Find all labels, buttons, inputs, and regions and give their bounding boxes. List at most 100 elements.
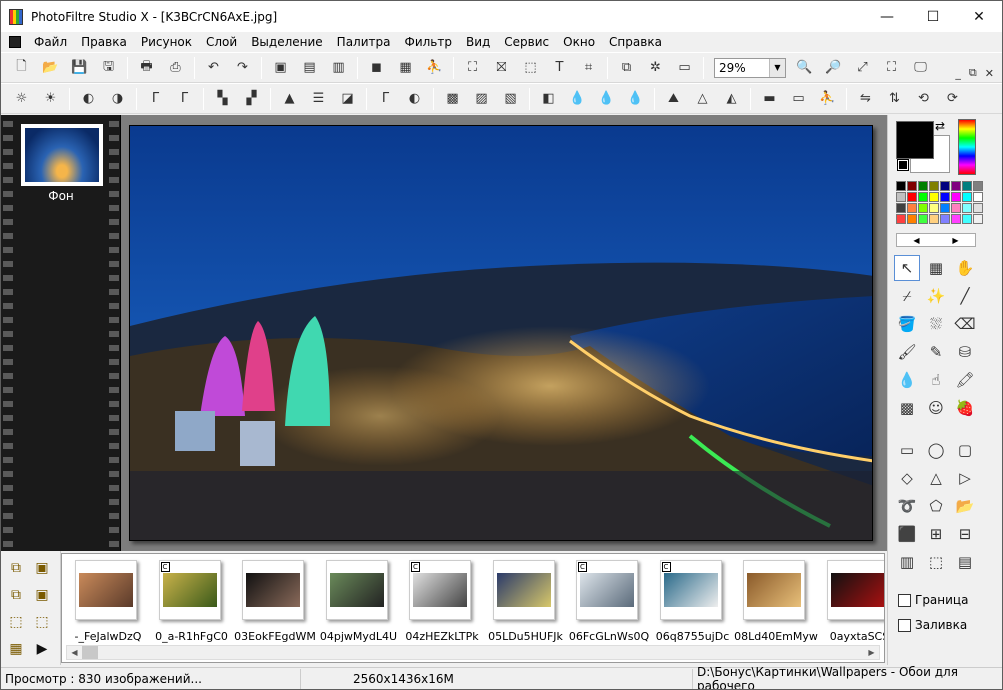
color-swatch[interactable] [907,214,917,224]
thumbnail-frame[interactable]: C [576,560,638,620]
strawberry-tool-icon[interactable]: 🍓 [952,395,978,421]
auto-gamma-icon[interactable]: Γ [374,87,398,111]
color-swatch[interactable] [951,214,961,224]
flip-vertical-icon[interactable]: ⇅ [883,87,907,111]
minimize-button[interactable]: — [864,1,910,32]
color-swatch[interactable] [918,203,928,213]
color-swatch[interactable] [940,192,950,202]
color-swatch[interactable] [940,181,950,191]
color-swatch[interactable] [962,192,972,202]
scan-icon[interactable]: ⎙ [164,56,188,80]
grayscale-icon[interactable]: ◼ [365,56,389,80]
document-icon[interactable] [9,36,21,48]
droplet-icon[interactable]: ◭ [720,87,744,111]
triangle-right-shape-icon[interactable]: ▷ [952,465,978,491]
thumbnail-frame[interactable]: C [409,560,471,620]
color-swatch[interactable] [973,214,983,224]
thumbnail-item[interactable]: C 04zHEZkLTPk [400,558,484,644]
fill-checkbox[interactable] [898,618,911,632]
menu-palette[interactable]: Палитра [330,32,398,52]
curves-icon[interactable]: ☰ [307,87,331,111]
color-swatch[interactable] [918,192,928,202]
thumbnail-item[interactable]: 03EokFEgdWM [233,558,317,644]
eyedropper-tool-icon[interactable]: ⌿ [894,283,920,309]
color-swatch[interactable] [907,192,917,202]
thumbnail-item[interactable]: 0ayxtaSCS [818,558,884,644]
contrast-plus-icon[interactable]: ◑ [106,87,130,111]
diamond-shape-icon[interactable]: ◇ [894,465,920,491]
zoom-select[interactable]: 29% ▼ [714,57,786,78]
palette-prev-icon[interactable]: ◀ [897,234,936,246]
palette-next-icon[interactable]: ▶ [936,234,975,246]
advanced-brush-tool-icon[interactable]: ✎ [923,339,949,365]
color-swatch[interactable] [962,203,972,213]
thumbnail-item[interactable]: 05LDu5HUFJk [484,558,568,644]
thumbnail-frame[interactable] [242,560,304,620]
smudge-tool-icon[interactable]: ☝ [923,367,949,393]
thumbnail-item[interactable]: -_FeJalwDzQ [66,558,150,644]
rotate-right-icon[interactable]: ⟳ [941,87,965,111]
menu-tools[interactable]: Сервис [497,32,556,52]
thumbnail-frame[interactable] [743,560,805,620]
thumbnail-frame[interactable] [826,560,884,620]
menu-view[interactable]: Вид [459,32,497,52]
color-swatch[interactable] [929,203,939,213]
select-ratio-icon[interactable]: ⊟ [952,521,978,547]
foreground-color-swatch[interactable] [896,121,934,159]
texture-icon[interactable]: ▨ [470,87,494,111]
color-swatch[interactable] [951,192,961,202]
auto-run-icon[interactable]: ⛹ [423,56,447,80]
contrast-minus-icon[interactable]: ◐ [77,87,101,111]
menu-help[interactable]: Справка [602,32,669,52]
soften-icon[interactable]: 💧 [566,87,590,111]
grid-view-icon[interactable]: ▦ [5,638,27,660]
color-swatch[interactable] [896,214,906,224]
image-list-icon[interactable]: ▣ [31,584,53,606]
scrollbar-thumb[interactable] [82,646,98,659]
hand-tool-icon[interactable]: ✋ [952,255,978,281]
select-fit-icon[interactable]: ⊞ [923,521,949,547]
pointer-tool-icon[interactable]: ↖ [894,255,920,281]
magic-wand-tool-icon[interactable]: ✨ [923,283,949,309]
layer-thumbnail[interactable] [21,124,103,186]
fill-option[interactable]: Заливка [898,618,967,632]
selection-frame-icon[interactable]: ⬚ [923,549,949,575]
plugins-icon[interactable]: ✲ [644,56,668,80]
window-icon[interactable]: ▭ [673,56,697,80]
mosaic-icon[interactable]: ▩ [441,87,465,111]
brush-tool-icon[interactable]: 🖌 [894,339,920,365]
colors-icon[interactable]: ▦ [394,56,418,80]
text-icon[interactable]: T [548,56,572,80]
thumbnail-item[interactable]: C 06FcGLnWs0Q [567,558,651,644]
thumbnail-item[interactable]: C 06q8755ujDc [651,558,735,644]
browse-folder-icon[interactable]: ⧉ [5,557,27,579]
clone-brush-tool-icon[interactable]: 🖍 [952,367,978,393]
drop-icon[interactable]: △ [691,87,715,111]
thumbnail-frame[interactable]: C [659,560,722,620]
portrait-tool-icon[interactable]: ☺ [923,395,949,421]
crop-icon[interactable]: ⌗ [577,56,601,80]
menu-edit[interactable]: Правка [74,32,134,52]
swap-colors-icon[interactable]: ⇄ [935,119,945,133]
line-tool-icon[interactable]: ╱ [952,283,978,309]
thumbnail-item[interactable]: C 0_a-R1hFgC0 [150,558,234,644]
horizontal-scrollbar[interactable]: ◀ ▶ [66,645,880,660]
crop-select-icon[interactable]: ⬚ [519,56,543,80]
fit-window-icon[interactable]: ⤢ [851,56,875,80]
paste-layer-icon[interactable]: ▥ [327,56,351,80]
color-swatch[interactable] [973,203,983,213]
pattern-icon[interactable]: ▧ [499,87,523,111]
gamma-plus-icon[interactable]: Γ [173,87,197,111]
auto-contrast-icon[interactable]: ◐ [403,87,427,111]
undo-icon[interactable]: ↶ [202,56,226,80]
brightness-minus-icon[interactable]: ☼ [10,87,34,111]
save-icon[interactable]: 💾 [68,56,92,80]
color-swatch[interactable] [951,181,961,191]
triangle-shape-icon[interactable]: △ [923,465,949,491]
thumbnail-frame[interactable] [325,560,388,620]
close-button[interactable]: ✕ [956,1,1002,32]
color-swatch[interactable] [918,181,928,191]
flip-horizontal-icon[interactable]: ⇋ [854,87,878,111]
polygon-shape-icon[interactable]: ⬠ [923,493,949,519]
color-swatch[interactable] [929,192,939,202]
